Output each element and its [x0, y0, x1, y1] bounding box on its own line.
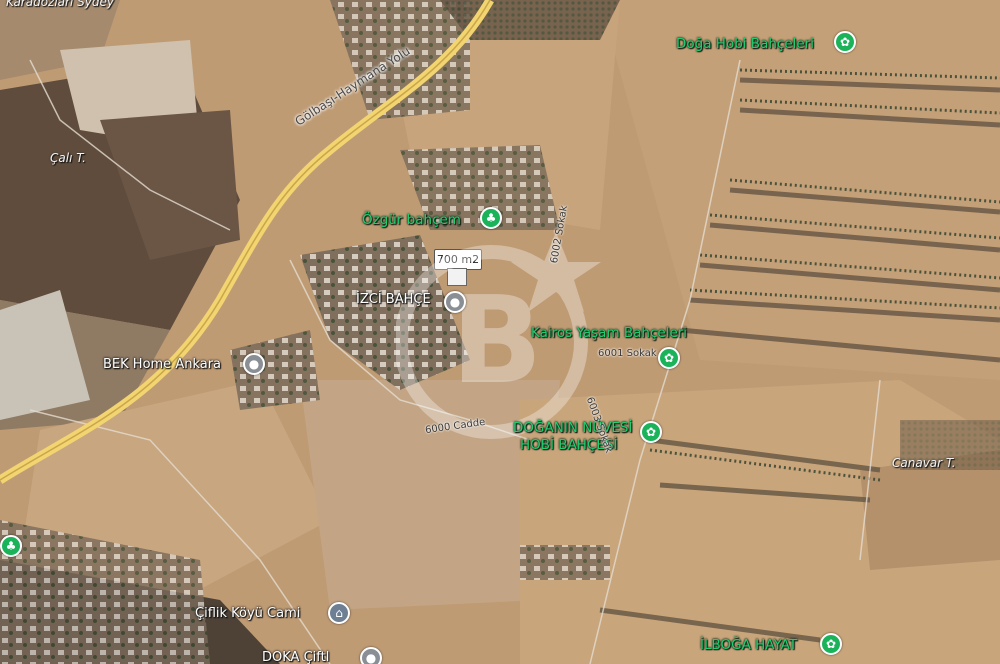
flower-icon[interactable]: ✿	[640, 421, 662, 443]
location-pin-icon[interactable]: ●	[444, 291, 466, 313]
flower-icon[interactable]: ✿	[820, 633, 842, 655]
tree-icon[interactable]: ♣	[480, 207, 502, 229]
location-pin-icon[interactable]: ●	[243, 353, 265, 375]
poi-label-bek-home[interactable]: BEK Home Ankara	[103, 357, 221, 373]
poi-label-izci-bahce[interactable]: İZCİ BAHÇE	[356, 292, 431, 308]
poi-label-ciflik-koyu-cami[interactable]: Çiflik Köyü Cami	[195, 606, 300, 622]
poi-label-ozgur-bahcem[interactable]: Özgür bahçem	[362, 212, 461, 228]
map-view[interactable]: 700 m2 B Doğa Hobi Bahçeleri ✿ Özgür bah…	[0, 0, 1000, 664]
locality-label-canavar: Canavar T.	[892, 456, 956, 470]
svg-text:B: B	[451, 272, 542, 411]
flower-icon[interactable]: ✿	[834, 31, 856, 53]
locality-label-cali: Çalı T.	[50, 151, 86, 165]
poi-label-doka[interactable]: DOKA Çiftl	[262, 650, 329, 664]
poi-label-doga-hobi[interactable]: Doğa Hobi Bahçeleri	[676, 36, 814, 52]
poi-label-ilboga-hayat[interactable]: İLBOĞA HAYAT	[700, 637, 797, 653]
mosque-icon[interactable]: ⌂	[328, 602, 350, 624]
poi-label-kairos[interactable]: Kairos Yaşam Bahçeleri	[531, 325, 687, 341]
flower-icon[interactable]: ✿	[658, 347, 680, 369]
locality-label-top-left: Karadozlari Sydey	[6, 0, 114, 9]
flower-icon[interactable]: ♣	[0, 535, 22, 557]
location-pin-icon[interactable]: ●	[360, 647, 382, 664]
road-label-6001-sokak: 6001 Sokak	[598, 348, 657, 359]
poi-label-doganin-nuvesi[interactable]: DOĞANIN NÜVESİ	[513, 420, 632, 436]
